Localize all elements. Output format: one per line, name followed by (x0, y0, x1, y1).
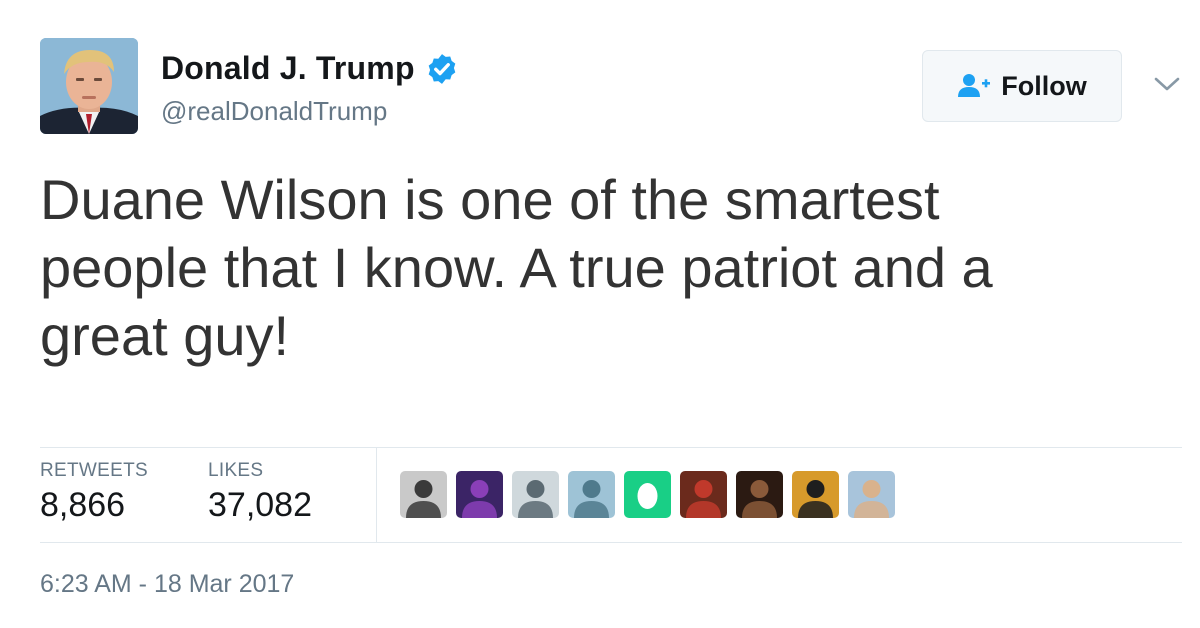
liker-avatars (400, 471, 895, 518)
tweet-timestamp[interactable]: 6:23 AM - 18 Mar 2017 (40, 570, 294, 599)
liker-avatar-8[interactable] (792, 471, 839, 518)
follow-button-label: Follow (1001, 70, 1087, 101)
retweets-stat[interactable]: RETWEETS 8,866 (40, 460, 148, 525)
likes-stat[interactable]: LIKES 37,082 (208, 460, 312, 525)
profile-avatar[interactable] (40, 38, 138, 134)
liker-avatar-1[interactable] (400, 471, 447, 518)
retweets-label: RETWEETS (40, 460, 148, 481)
tweet-card: Donald J. Trump @realDonaldTrump Follow … (0, 0, 1200, 628)
liker-avatar-7[interactable] (736, 471, 783, 518)
follow-button[interactable]: Follow (922, 50, 1122, 122)
likes-count: 37,082 (208, 486, 312, 524)
liker-avatar-9[interactable] (848, 471, 895, 518)
stats-vertical-divider (376, 448, 377, 543)
user-handle[interactable]: @realDonaldTrump (161, 96, 387, 127)
likes-label: LIKES (208, 460, 264, 481)
liker-avatar-2[interactable] (456, 471, 503, 518)
add-person-icon (958, 74, 991, 97)
liker-avatar-3[interactable] (512, 471, 559, 518)
stats-top-divider (40, 447, 1182, 448)
retweets-count: 8,866 (40, 486, 126, 524)
tweet-text: Duane Wilson is one of the smartest peop… (40, 168, 993, 367)
liker-avatar-6[interactable] (680, 471, 727, 518)
display-name[interactable]: Donald J. Trump (161, 50, 415, 87)
egg-avatar[interactable] (624, 471, 671, 518)
liker-avatar-4[interactable] (568, 471, 615, 518)
verified-badge-icon (428, 53, 456, 84)
stats-bottom-divider (40, 542, 1182, 543)
name-row: Donald J. Trump (161, 50, 459, 87)
chevron-down-icon[interactable] (1154, 76, 1180, 92)
